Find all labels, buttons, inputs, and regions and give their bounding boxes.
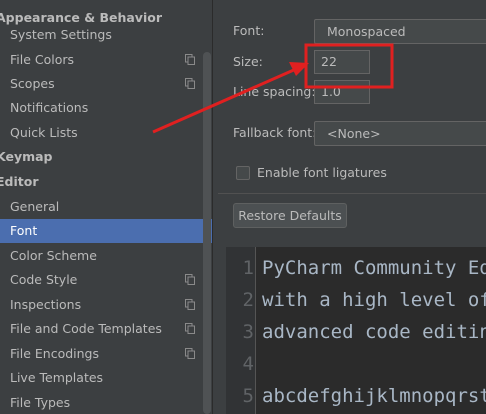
project-scope-icon (185, 274, 195, 285)
line-number: 4 (242, 353, 254, 375)
settings-sidebar: Appearance & Behavior System Settings Fi… (0, 0, 213, 414)
sidebar-item-file-encodings[interactable]: File Encodings (0, 342, 212, 366)
sidebar-item-code-style[interactable]: Code Style (0, 268, 212, 292)
project-scope-icon (185, 348, 195, 359)
sidebar-section-keymap[interactable]: Keymap (0, 145, 209, 169)
font-preview-editor[interactable]: 1 PyCharm Community Edi 2 with a high le… (226, 247, 486, 414)
sidebar-item-quick-lists[interactable]: Quick Lists (0, 121, 212, 145)
preview-line: with a high level of (262, 289, 486, 311)
sidebar-item-color-scheme[interactable]: Color Scheme (0, 244, 212, 268)
preview-line: advanced code editing (262, 321, 486, 343)
enable-ligatures-label: Enable font ligatures (257, 165, 387, 180)
preview-line: PyCharm Community Edi (262, 257, 486, 279)
preview-line: abcdefghijklmnopqrstu (262, 385, 486, 407)
font-combobox[interactable]: Monospaced (314, 19, 486, 44)
sidebar-item-font[interactable]: Font (0, 219, 212, 243)
line-number: 1 (242, 257, 254, 279)
line-number: 5 (242, 385, 254, 407)
size-field[interactable]: 22 (314, 50, 370, 74)
sidebar-item-system-settings[interactable]: System Settings (0, 23, 212, 47)
fallback-font-combobox[interactable]: <None> (314, 121, 486, 146)
sidebar-item-file-types[interactable]: File Types (0, 391, 212, 414)
font-label: Font: (233, 23, 265, 38)
line-spacing-label: Line spacing: (233, 84, 316, 99)
line-number: 3 (242, 321, 254, 343)
font-settings-panel: Font: Monospaced Size: 22 Line spacing: … (214, 0, 486, 414)
project-scope-icon (185, 323, 195, 334)
sidebar-item-inspections[interactable]: Inspections (0, 293, 212, 317)
fallback-font-label: Fallback font: (233, 125, 317, 140)
line-number: 2 (242, 289, 254, 311)
sidebar-item-scopes[interactable]: Scopes (0, 72, 212, 96)
separator (218, 193, 486, 194)
project-scope-icon (185, 54, 195, 65)
sidebar-item-general[interactable]: General (0, 195, 212, 219)
sidebar-item-file-and-code-templates[interactable]: File and Code Templates (0, 317, 212, 341)
size-label: Size: (233, 54, 263, 69)
project-scope-icon (185, 78, 195, 89)
sidebar-item-live-templates[interactable]: Live Templates (0, 366, 212, 390)
restore-defaults-button[interactable]: Restore Defaults (233, 203, 347, 228)
sidebar-scrollbar[interactable] (203, 52, 211, 414)
enable-ligatures-checkbox[interactable] (236, 166, 250, 180)
sidebar-item-file-colors[interactable]: File Colors (0, 48, 212, 72)
sidebar-section-editor[interactable]: Editor (0, 170, 209, 194)
line-spacing-field[interactable]: 1.0 (314, 80, 370, 104)
project-scope-icon (185, 299, 195, 310)
sidebar-item-notifications[interactable]: Notifications (0, 96, 212, 120)
